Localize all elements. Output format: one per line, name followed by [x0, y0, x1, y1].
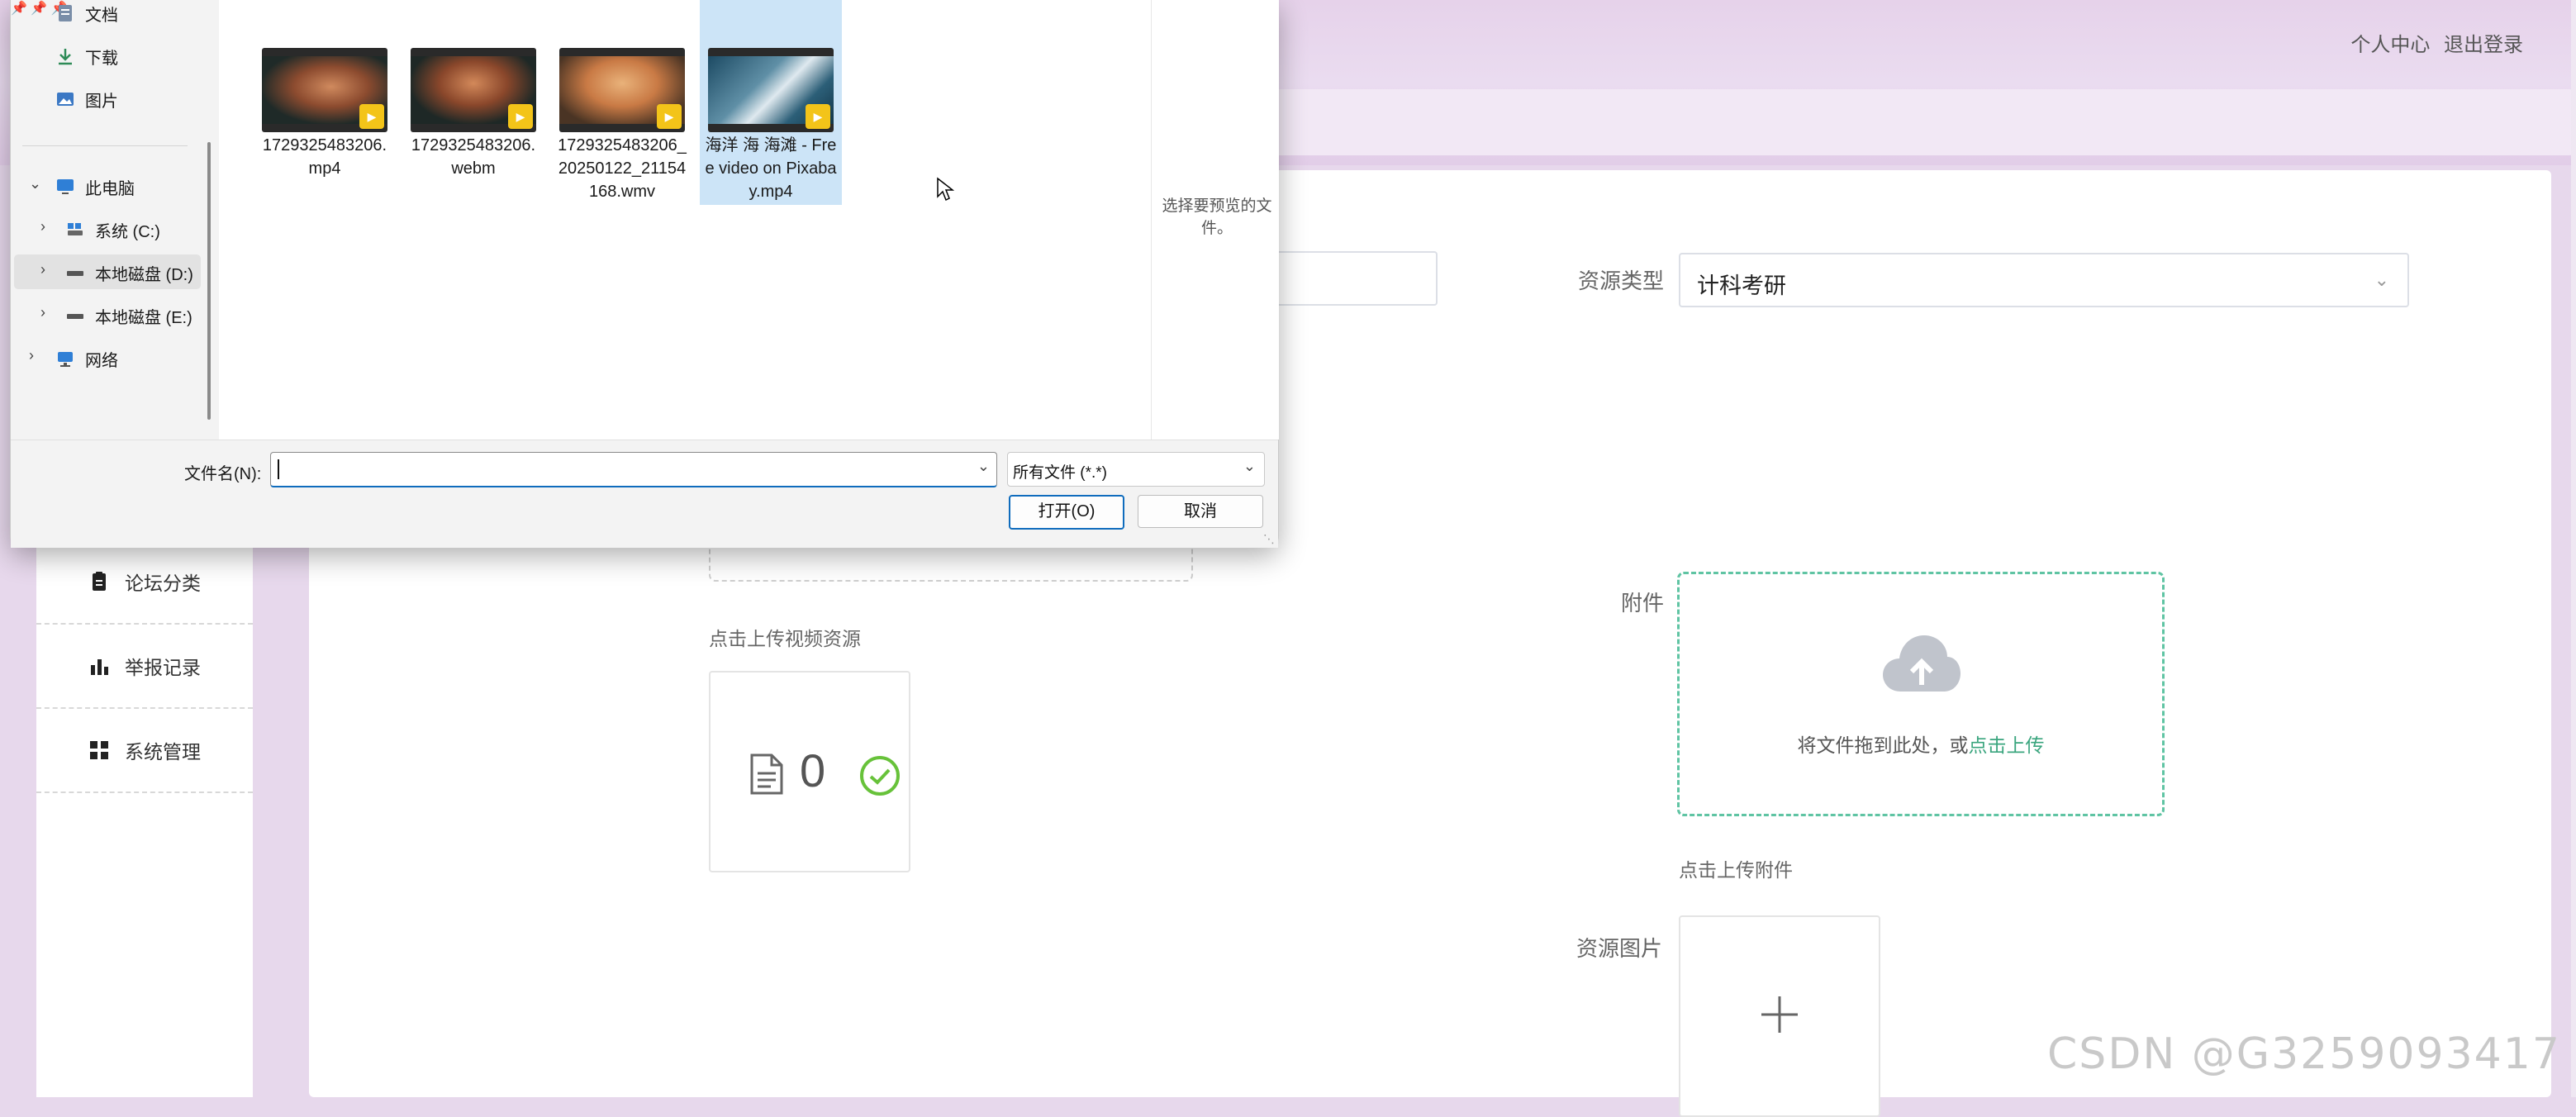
- click-upload-link[interactable]: 点击上传: [1969, 734, 2045, 756]
- nav-item-label: 图片: [85, 92, 118, 111]
- nav-item-label: 下载: [85, 49, 118, 68]
- file-name: 1729325483206_20250122_21154168.wmv: [558, 136, 687, 201]
- nav-item-drive-d[interactable]: 本地磁盘 (D:): [65, 256, 193, 289]
- resource-image-label: 资源图片: [1576, 936, 1663, 961]
- bar-chart-icon: [88, 655, 110, 677]
- video-count: 0: [800, 744, 826, 796]
- video-thumbnail: ▶: [262, 48, 387, 132]
- file-item-selected[interactable]: ▶ 海洋 海 海滩 - Free video on Pixabay.mp4: [700, 0, 842, 205]
- drag-text: 将文件拖到此处，或点击上传: [1680, 730, 2162, 758]
- drive-icon: [65, 263, 85, 283]
- computer-icon: [55, 177, 75, 197]
- network-icon: [55, 349, 75, 368]
- sidebar-item-forum-category[interactable]: 论坛分类: [36, 540, 253, 625]
- page-scrollbar[interactable]: [2571, 0, 2576, 1097]
- file-name: 海洋 海 海滩 - Free video on Pixabay.mp4: [705, 136, 837, 201]
- clipboard-icon: [88, 571, 110, 592]
- preview-text: 选择要预览的文件。: [1162, 197, 1272, 237]
- attachment-drop-zone[interactable]: 将文件拖到此处，或点击上传: [1677, 572, 2165, 816]
- video-thumbnail: ▶: [411, 48, 536, 132]
- resource-type-label: 资源类型: [1578, 269, 1665, 293]
- drive-icon: [65, 306, 85, 326]
- file-type-filter-select[interactable]: 所有文件 (*.*) ⌄: [1007, 452, 1265, 487]
- player-badge-icon: ▶: [359, 104, 384, 129]
- dialog-bottom-bar: 文件名(N): ⌄ 所有文件 (*.*) ⌄ 打开(O) 取消 ⋱: [11, 440, 1278, 548]
- filename-label: 文件名(N):: [184, 465, 262, 483]
- file-open-dialog: 文档 📌 下载 📌 图片 📌 ⌄ 此电脑 › 系统 (C:) › 本地磁盘 (D…: [10, 0, 1279, 548]
- cancel-button[interactable]: 取消: [1138, 495, 1263, 528]
- download-icon: [55, 46, 75, 66]
- nav-item-documents[interactable]: 文档: [55, 0, 118, 30]
- chevron-down-icon: ⌄: [2374, 269, 2389, 290]
- chevron-right-icon[interactable]: ›: [40, 304, 45, 321]
- document-icon: [749, 753, 785, 799]
- filename-input[interactable]: ⌄: [270, 452, 997, 487]
- chevron-right-icon[interactable]: ›: [40, 261, 45, 278]
- header-links: 个人中心 退出登录: [2342, 28, 2523, 57]
- nav-item-drive-c[interactable]: 系统 (C:): [65, 213, 160, 246]
- chevron-down-icon[interactable]: ⌄: [29, 175, 41, 193]
- nav-scrollbar[interactable]: [207, 142, 211, 420]
- file-item[interactable]: ▶ 1729325483206.mp4: [254, 0, 396, 205]
- logout-link[interactable]: 退出登录: [2444, 34, 2523, 56]
- player-badge-icon: ▶: [806, 104, 830, 129]
- nav-item-label: 系统 (C:): [95, 222, 160, 241]
- chevron-down-icon: ⌄: [1243, 458, 1256, 474]
- chevron-right-icon[interactable]: ›: [29, 347, 34, 364]
- file-name: 1729325483206.mp4: [262, 136, 387, 178]
- sidebar-item-system-management[interactable]: 系统管理: [36, 709, 253, 793]
- watermark: CSDN @G3259093417: [2047, 1029, 2561, 1079]
- nav-item-drive-e[interactable]: 本地磁盘 (E:): [65, 299, 192, 332]
- resource-image-upload[interactable]: [1679, 915, 1880, 1117]
- preview-pane: 选择要预览的文件。: [1151, 0, 1279, 440]
- document-icon: [55, 3, 75, 23]
- video-file-card[interactable]: 0: [709, 671, 910, 872]
- sidebar: 论坛分类 举报记录 系统管理: [36, 496, 253, 1097]
- nav-item-label: 此电脑: [85, 179, 135, 198]
- player-badge-icon: ▶: [657, 104, 682, 129]
- nav-divider: [22, 145, 188, 146]
- nav-item-label: 文档: [85, 6, 118, 25]
- sidebar-item-label: 举报记录: [125, 657, 201, 678]
- drag-text-main: 将文件拖到此处，或: [1797, 734, 1969, 756]
- navigation-pane: 文档 📌 下载 📌 图片 📌 ⌄ 此电脑 › 系统 (C:) › 本地磁盘 (D…: [11, 0, 201, 440]
- nav-item-label: 本地磁盘 (D:): [95, 265, 193, 284]
- pictures-icon: [55, 89, 75, 109]
- nav-item-this-pc[interactable]: 此电脑: [55, 170, 135, 203]
- open-button[interactable]: 打开(O): [1009, 495, 1124, 530]
- check-circle-icon: [859, 755, 901, 801]
- file-list-pane: ▶ 1729325483206.mp4 ▶ 1729325483206.webm…: [219, 0, 1151, 440]
- file-item[interactable]: ▶ 1729325483206.webm: [402, 0, 544, 205]
- sidebar-item-label: 系统管理: [125, 741, 201, 763]
- resource-type-value: 计科考研: [1697, 273, 1786, 298]
- nav-item-network[interactable]: 网络: [55, 342, 118, 375]
- attachment-label: 附件: [1621, 591, 1665, 616]
- text-caret: [278, 459, 279, 479]
- resize-grip-icon[interactable]: ⋱: [1263, 532, 1275, 546]
- nav-item-downloads[interactable]: 下载: [55, 40, 118, 73]
- nav-item-label: 网络: [85, 351, 118, 370]
- player-badge-icon: ▶: [508, 104, 533, 129]
- personal-center-link[interactable]: 个人中心: [2350, 34, 2430, 56]
- filter-value: 所有文件 (*.*): [1013, 464, 1108, 482]
- nav-item-label: 本地磁盘 (E:): [95, 308, 192, 327]
- sidebar-item-label: 论坛分类: [125, 573, 201, 594]
- file-item[interactable]: ▶ 1729325483206_20250122_21154168.wmv: [551, 0, 693, 205]
- pin-icon: 📌: [11, 2, 27, 16]
- sidebar-item-report-records[interactable]: 举报记录: [36, 625, 253, 709]
- video-thumbnail: ▶: [708, 48, 834, 132]
- plus-icon: [1760, 995, 1799, 1039]
- chevron-right-icon[interactable]: ›: [40, 218, 45, 235]
- nav-item-pictures[interactable]: 图片: [55, 83, 118, 116]
- resource-type-select[interactable]: 计科考研 ⌄: [1679, 253, 2409, 307]
- grid-icon: [88, 739, 110, 761]
- video-upload-hint: 点击上传视频资源: [709, 628, 861, 649]
- chevron-down-icon[interactable]: ⌄: [977, 458, 990, 475]
- windows-drive-icon: [65, 220, 85, 240]
- file-name: 1729325483206.webm: [411, 136, 536, 178]
- pin-icon: 📌: [31, 2, 48, 16]
- video-thumbnail: ▶: [559, 48, 685, 132]
- attachment-hint: 点击上传附件: [1679, 859, 1793, 881]
- cloud-upload-icon: [1881, 632, 1962, 699]
